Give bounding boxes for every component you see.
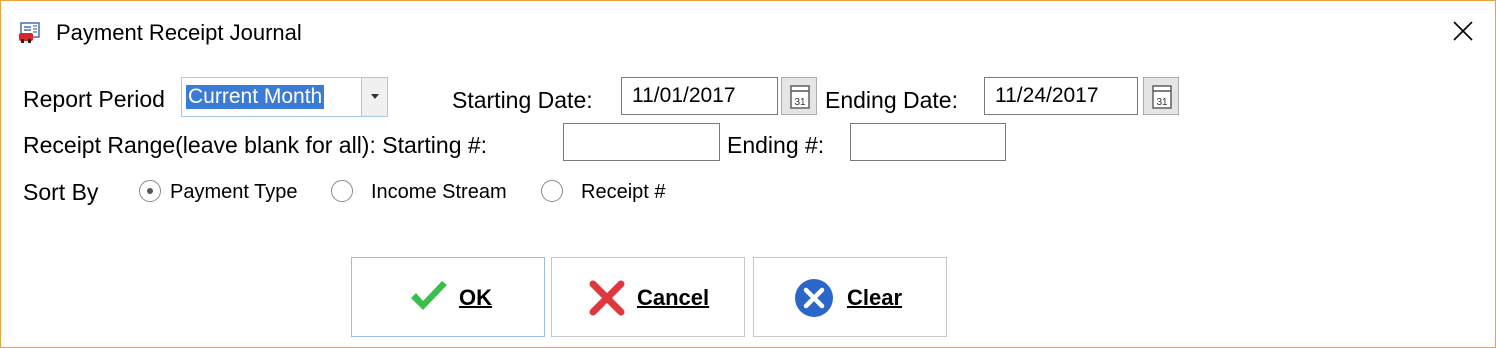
checkmark-icon [411,281,447,310]
sort-by-label: Sort By [23,179,99,205]
ending-date-input[interactable]: 11/24/2017 [984,77,1138,115]
receipt-range-label: Receipt Range(leave blank for all): Star… [23,132,488,158]
report-app-icon [19,22,40,43]
calendar-icon: 31 [1152,85,1172,109]
report-period-select[interactable]: Current Month [181,77,388,117]
ok-button-label: OK [459,285,492,310]
starting-date-calendar-button[interactable]: 31 [781,77,817,115]
close-icon[interactable] [1447,15,1479,47]
chevron-down-icon[interactable] [361,78,387,116]
ending-date-label: Ending Date: [825,87,958,113]
receipt-ending-label: Ending #: [727,132,825,158]
clear-circle-icon [795,279,833,317]
x-icon [589,280,625,316]
receipt-end-input[interactable] [850,123,1006,161]
cancel-button[interactable]: Cancel [551,257,745,337]
starting-date-label: Starting Date: [452,87,593,113]
radio-receipt-number-label[interactable]: Receipt # [581,181,666,204]
dialog-window: Payment Receipt Journal Report Period Cu… [0,0,1496,348]
report-period-value: Current Month [186,85,325,109]
receipt-start-input[interactable] [563,123,720,161]
ok-button[interactable]: OK [351,257,545,337]
radio-payment-type[interactable] [139,180,161,202]
clear-button-label: Clear [847,285,903,310]
svg-text:31: 31 [1156,97,1168,108]
radio-income-stream[interactable] [331,180,353,202]
report-period-label: Report Period [23,86,165,112]
calendar-icon: 31 [790,85,810,109]
starting-date-input[interactable]: 11/01/2017 [621,77,778,115]
svg-text:31: 31 [794,97,806,108]
ending-date-calendar-button[interactable]: 31 [1143,77,1179,115]
window-title: Payment Receipt Journal [56,20,302,45]
clear-button[interactable]: Clear [753,257,947,337]
radio-income-stream-label[interactable]: Income Stream [371,181,507,204]
cancel-button-label: Cancel [637,285,710,310]
title-bar: Payment Receipt Journal [1,1,1495,63]
radio-payment-type-label[interactable]: Payment Type [170,181,297,204]
radio-receipt-number[interactable] [541,180,563,202]
